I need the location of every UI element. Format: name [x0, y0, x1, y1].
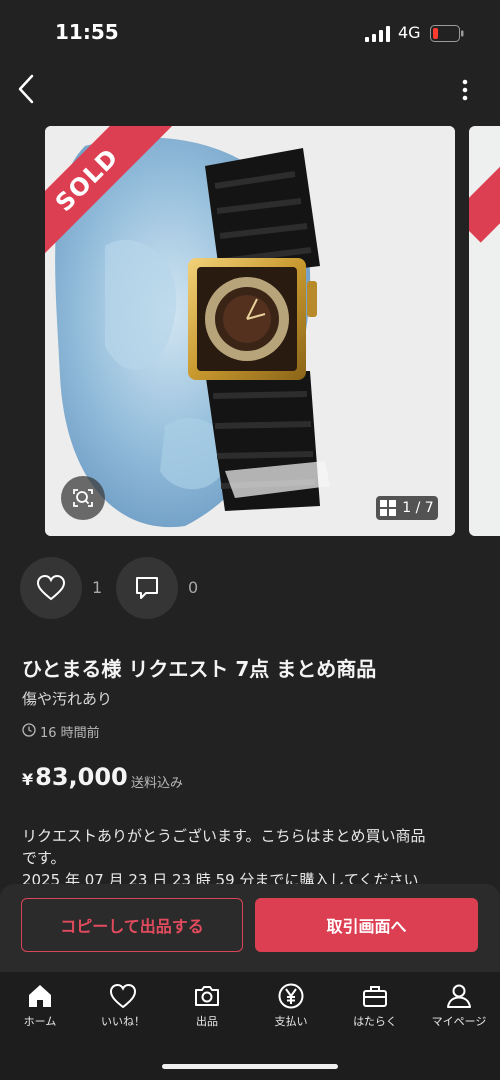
tab-work[interactable]: はたらく — [333, 982, 417, 1029]
trade-screen-button[interactable]: 取引画面へ — [255, 898, 478, 952]
tab-label: 支払い — [274, 1015, 308, 1028]
tab-label: はたらく — [353, 1015, 397, 1028]
tab-home[interactable]: ホーム — [0, 982, 82, 1029]
like-button[interactable] — [20, 557, 82, 619]
person-icon — [447, 984, 471, 1008]
product-condition: 傷や汚れあり — [22, 690, 113, 708]
image-counter[interactable]: 1 / 7 — [376, 496, 438, 520]
like-count: 1 — [92, 578, 103, 597]
next-image-preview[interactable] — [469, 126, 500, 536]
signal-icon — [365, 26, 390, 42]
heart-icon — [109, 983, 137, 1009]
tab-sell[interactable]: 出品 — [165, 982, 249, 1029]
home-indicator — [162, 1064, 338, 1069]
tab-payment[interactable]: 支払い — [249, 982, 333, 1029]
more-options-icon[interactable] — [455, 78, 475, 102]
home-icon — [29, 985, 51, 1007]
heart-icon — [37, 575, 65, 601]
clock-icon — [22, 723, 36, 737]
tab-label: マイページ — [431, 1015, 487, 1028]
description-line: リクエストありがとうございます。こちらはまとめ買い商品 — [22, 827, 426, 845]
image-counter-label: 1 / 7 — [402, 500, 434, 516]
description-line: です。 — [22, 849, 66, 867]
battery-icon — [430, 25, 464, 42]
price: ¥83,000 — [22, 763, 128, 791]
comment-icon — [136, 577, 158, 599]
sold-ribbon-next — [469, 129, 500, 243]
yen-icon — [278, 983, 304, 1009]
product-title: ひとまる様 リクエスト 7点 まとめ商品 — [22, 657, 377, 681]
copy-listing-button[interactable]: コピーして出品する — [21, 898, 243, 952]
tab-label: いいね！ — [101, 1015, 145, 1028]
scan-search-icon — [73, 489, 93, 507]
zoom-scan-button[interactable] — [61, 476, 105, 520]
product-image[interactable]: SOLD — [45, 126, 455, 536]
status-time: 11:55 — [55, 20, 119, 44]
camera-icon — [195, 986, 219, 1006]
comment-button[interactable] — [116, 557, 178, 619]
briefcase-icon — [363, 986, 387, 1007]
tab-likes[interactable]: いいね！ — [81, 982, 165, 1029]
network-label: 4G — [398, 23, 421, 42]
back-chevron-icon[interactable] — [14, 72, 38, 106]
product-description: リクエストありがとうございます。こちらはまとめ買い商品 です。 2025 年 0… — [22, 825, 482, 891]
price-currency: ¥ — [22, 770, 34, 789]
tab-label: 出品 — [196, 1015, 218, 1028]
shipping-label: 送料込み — [131, 776, 184, 791]
grid-icon — [380, 500, 397, 516]
price-value: 83,000 — [35, 763, 128, 791]
comment-count: 0 — [188, 578, 199, 597]
tab-label: ホーム — [23, 1015, 57, 1028]
posted-time: 16 時間前 — [40, 726, 100, 741]
tab-mypage[interactable]: マイページ — [417, 982, 500, 1029]
